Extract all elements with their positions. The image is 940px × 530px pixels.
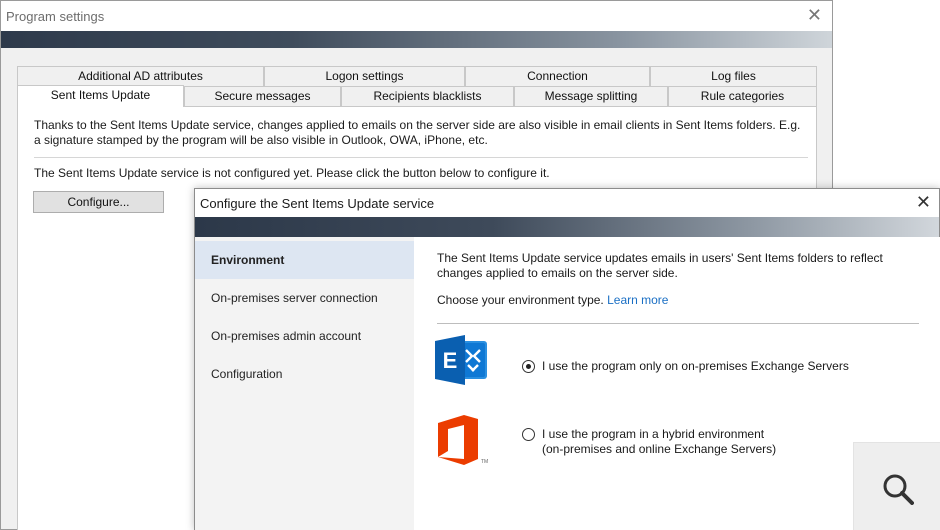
zoom-search-icon	[883, 474, 914, 505]
choose-label: Choose your environment type.	[437, 293, 604, 307]
svg-text:TM: TM	[481, 459, 488, 465]
wizard-nav: Environment On-premises server connectio…	[195, 237, 414, 530]
tab-secure-messages[interactable]: Secure messages	[184, 86, 341, 106]
option-hybrid-label: I use the program in a hybrid environmen…	[542, 427, 776, 457]
option-hybrid[interactable]: I use the program in a hybrid environmen…	[522, 427, 776, 457]
intro-line-2: changes applied to emails on the server …	[437, 266, 678, 280]
close-icon[interactable]: ✕	[807, 5, 822, 25]
tab-recipients-blacklists[interactable]: Recipients blacklists	[341, 86, 514, 106]
tab-log-files[interactable]: Log files	[650, 66, 817, 86]
title-bar: Program settings ✕	[1, 1, 832, 31]
close-icon[interactable]: ✕	[916, 192, 931, 212]
header-banner	[1, 31, 832, 48]
tab-connection[interactable]: Connection	[465, 66, 650, 86]
content-divider	[437, 323, 919, 324]
tab-logon-settings[interactable]: Logon settings	[264, 66, 465, 86]
option-hybrid-line-2: (on-premises and online Exchange Servers…	[542, 442, 777, 456]
intro-line-1: The Sent Items Update service updates em…	[437, 251, 883, 265]
tab-message-splitting[interactable]: Message splitting	[514, 86, 668, 106]
nav-item-configuration[interactable]: Configuration	[195, 355, 414, 393]
nav-item-on-premises-server-connection[interactable]: On-premises server connection	[195, 279, 414, 317]
description-text: Thanks to the Sent Items Update service,…	[34, 118, 801, 147]
exchange-logo-icon: E	[435, 335, 487, 385]
radio-hybrid[interactable]	[522, 428, 535, 441]
nav-item-on-premises-admin-account[interactable]: On-premises admin account	[195, 317, 414, 355]
option-hybrid-line-1: I use the program in a hybrid environmen…	[542, 427, 765, 441]
nav-item-environment[interactable]: Environment	[195, 241, 414, 279]
dialog-banner	[195, 217, 939, 237]
configure-dialog: Configure the Sent Items Update service …	[194, 188, 940, 530]
svg-text:E: E	[443, 348, 458, 373]
status-text: The Sent Items Update service is not con…	[34, 166, 550, 180]
window-title: Program settings	[6, 9, 105, 24]
learn-more-link[interactable]: Learn more	[607, 293, 668, 307]
choose-environment-text: Choose your environment type. Learn more	[437, 293, 668, 308]
dialog-title-bar: Configure the Sent Items Update service …	[195, 189, 939, 217]
office-logo-icon: TM	[438, 415, 488, 465]
radio-on-premises[interactable]	[522, 360, 535, 373]
configure-button[interactable]: Configure...	[33, 191, 164, 213]
zoom-button[interactable]	[853, 442, 940, 530]
option-on-premises-label: I use the program only on on-premises Ex…	[542, 359, 849, 373]
tab-sent-items-update[interactable]: Sent Items Update	[17, 85, 184, 107]
dialog-title: Configure the Sent Items Update service	[200, 196, 435, 211]
divider	[34, 157, 808, 158]
tab-rule-categories[interactable]: Rule categories	[668, 86, 817, 106]
tab-additional-ad-attributes[interactable]: Additional AD attributes	[17, 66, 264, 86]
option-on-premises[interactable]: I use the program only on on-premises Ex…	[522, 359, 849, 374]
